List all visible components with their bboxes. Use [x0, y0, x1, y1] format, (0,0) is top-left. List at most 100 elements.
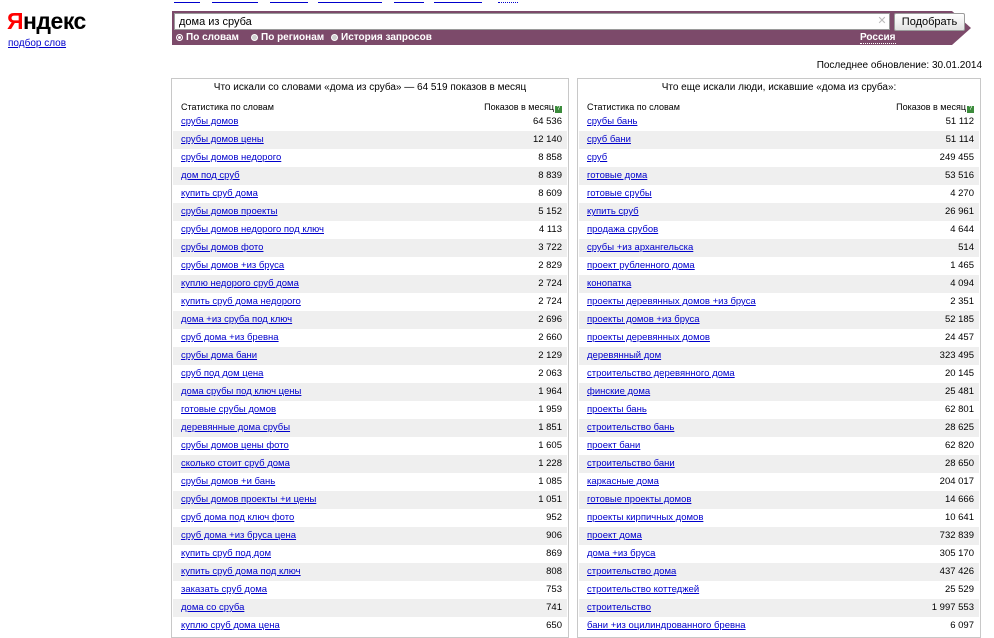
impressions-count: 3 722: [538, 242, 562, 253]
keyword-link[interactable]: строительство бани: [587, 455, 675, 473]
keyword-link[interactable]: проект рубленного дома: [587, 257, 695, 275]
radio-query-history[interactable]: История запросов: [331, 32, 432, 43]
table-row: сруб бани 51 114: [579, 131, 979, 149]
keyword-link[interactable]: проекты кирпичных домов: [587, 509, 703, 527]
table-row: сруб под дом цена 2 063: [173, 365, 567, 383]
keyword-link[interactable]: купить сруб дома: [181, 185, 258, 203]
keyword-link[interactable]: срубы дома бани: [181, 347, 257, 365]
region-selector[interactable]: Россия: [860, 32, 896, 44]
keyword-link[interactable]: купить сруб дома под ключ: [181, 563, 301, 581]
keyword-link[interactable]: деревянные дома срубы: [181, 419, 290, 437]
keyword-link[interactable]: сруб дома под ключ фото: [181, 509, 294, 527]
keyword-list: срубы бань 51 112 сруб бани 51 114 сруб 249 4…: [579, 113, 979, 635]
keyword-link[interactable]: купить сруб дома недорого: [181, 293, 301, 311]
help-icon[interactable]: ?: [555, 106, 562, 113]
service-link[interactable]: подбор слов: [8, 38, 66, 49]
keyword-link[interactable]: срубы домов цены фото: [181, 437, 289, 455]
radio-label: По регионам: [261, 32, 325, 43]
impressions-count: 732 839: [939, 530, 974, 541]
keyword-link[interactable]: конопатка: [587, 275, 631, 293]
table-row: заказать сруб дома 753: [173, 581, 567, 599]
keyword-link[interactable]: строительство бань: [587, 419, 674, 437]
keyword-link[interactable]: сколько стоит сруб дома: [181, 455, 290, 473]
keyword-link[interactable]: готовые дома: [587, 167, 647, 185]
keyword-link[interactable]: срубы домов цены: [181, 131, 264, 149]
keyword-link[interactable]: срубы домов недорого: [181, 149, 281, 167]
keyword-link[interactable]: срубы домов проекты: [181, 203, 277, 221]
keyword-link[interactable]: заказать сруб дома: [181, 581, 267, 599]
help-icon[interactable]: ?: [967, 106, 974, 113]
search-input[interactable]: дома из сруба: [174, 13, 890, 30]
keyword-link[interactable]: куплю сруб дома цена: [181, 617, 280, 635]
keyword-link[interactable]: дом под сруб: [181, 167, 240, 185]
keyword-link[interactable]: срубы домов фото: [181, 239, 263, 257]
radio-by-words[interactable]: По словам: [176, 32, 239, 43]
radio-label: История запросов: [341, 32, 432, 43]
keyword-link[interactable]: проект бани: [587, 437, 640, 455]
table-row: строительство деревянного дома 20 145: [579, 365, 979, 383]
top-nav-link[interactable]: [212, 0, 258, 3]
column-header-words: Статистика по словам: [181, 102, 274, 112]
keyword-link[interactable]: дома +из бруса: [587, 545, 655, 563]
table-row: строительство бани 28 650: [579, 455, 979, 473]
yandex-logo[interactable]: Яндекс: [7, 8, 86, 35]
table-row: срубы домов проекты 5 152: [173, 203, 567, 221]
keyword-link[interactable]: срубы домов: [181, 113, 238, 131]
keyword-link[interactable]: каркасные дома: [587, 473, 659, 491]
keyword-link[interactable]: срубы домов проекты +и цены: [181, 491, 316, 509]
keyword-link[interactable]: сруб бани: [587, 131, 631, 149]
keyword-list: срубы домов 64 536 срубы домов цены 12 140 с…: [173, 113, 567, 635]
keyword-link[interactable]: проекты бань: [587, 401, 647, 419]
table-row: дома со сруба 741: [173, 599, 567, 617]
table-row: строительство дома 437 426: [579, 563, 979, 581]
keyword-link[interactable]: проекты деревянных домов: [587, 329, 710, 347]
keyword-link[interactable]: строительство коттеджей: [587, 581, 699, 599]
keyword-link[interactable]: дома срубы под ключ цены: [181, 383, 301, 401]
keyword-link[interactable]: бани +из оцилиндрованного бревна: [587, 617, 746, 635]
keyword-link[interactable]: деревянный дом: [587, 347, 661, 365]
keyword-link[interactable]: строительство дома: [587, 563, 676, 581]
keyword-link[interactable]: строительство деревянного дома: [587, 365, 735, 383]
keyword-link[interactable]: проекты деревянных домов +из бруса: [587, 293, 756, 311]
keyword-link[interactable]: купить сруб под дом: [181, 545, 271, 563]
top-nav-link[interactable]: [394, 0, 424, 3]
keyword-link[interactable]: дома +из сруба под ключ: [181, 311, 292, 329]
keyword-link[interactable]: срубы домов недорого под ключ: [181, 221, 324, 239]
keyword-link[interactable]: срубы +из архангельска: [587, 239, 693, 257]
radio-selected-icon: [176, 34, 183, 41]
keyword-link[interactable]: строительство: [587, 599, 651, 617]
keyword-link[interactable]: срубы бань: [587, 113, 637, 131]
keyword-link[interactable]: купить сруб: [587, 203, 639, 221]
keyword-link[interactable]: проекты домов +из бруса: [587, 311, 700, 329]
keyword-link[interactable]: сруб дома +из бруса цена: [181, 527, 296, 545]
keyword-link[interactable]: финские дома: [587, 383, 650, 401]
clear-icon[interactable]: ✕: [876, 15, 888, 27]
keyword-link[interactable]: сруб под дом цена: [181, 365, 263, 383]
keyword-link[interactable]: дома со сруба: [181, 599, 244, 617]
keyword-link[interactable]: срубы домов +и бань: [181, 473, 275, 491]
keyword-link[interactable]: сруб: [587, 149, 607, 167]
keyword-link[interactable]: готовые срубы домов: [181, 401, 276, 419]
top-nav-link[interactable]: [498, 0, 518, 3]
top-nav-link[interactable]: [174, 0, 200, 3]
top-nav-link[interactable]: [318, 0, 382, 3]
keyword-link[interactable]: продажа срубов: [587, 221, 658, 239]
table-row: конопатка 4 094: [579, 275, 979, 293]
keyword-link[interactable]: готовые проекты домов: [587, 491, 691, 509]
table-row: купить сруб дома 8 609: [173, 185, 567, 203]
impressions-count: 14 666: [944, 494, 974, 505]
keyword-link[interactable]: сруб дома +из бревна: [181, 329, 279, 347]
top-nav-link[interactable]: [434, 0, 482, 3]
impressions-count: 2 351: [950, 296, 974, 307]
top-nav-link[interactable]: [270, 0, 308, 3]
keyword-link[interactable]: готовые срубы: [587, 185, 652, 203]
keyword-link[interactable]: куплю недорого сруб дома: [181, 275, 299, 293]
impressions-count: 24 457: [944, 332, 974, 343]
last-updated: Последнее обновление: 30.01.2014: [816, 60, 982, 71]
impressions-count: 6 097: [950, 620, 974, 631]
impressions-count: 4 113: [538, 224, 562, 235]
keyword-link[interactable]: проект дома: [587, 527, 642, 545]
submit-button[interactable]: Подобрать: [894, 13, 965, 31]
radio-by-regions[interactable]: По регионам: [251, 32, 324, 43]
keyword-link[interactable]: срубы домов +из бруса: [181, 257, 284, 275]
